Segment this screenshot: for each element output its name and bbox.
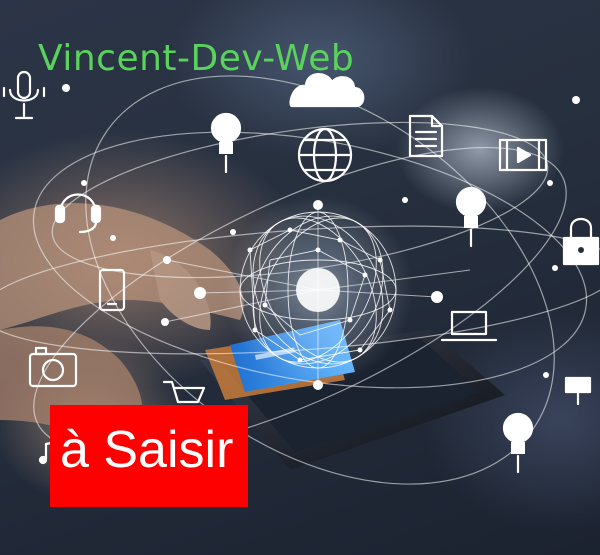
security-camera-icon <box>564 376 592 406</box>
hero-image: Vincent-Dev-Web à Saisir <box>0 0 600 555</box>
lock-icon <box>562 217 600 266</box>
video-icon <box>498 138 548 172</box>
banner-label: à Saisir <box>60 421 234 479</box>
lightbulb-icon <box>210 112 242 174</box>
lightbulb-icon <box>455 186 487 248</box>
globe-icon <box>297 127 353 183</box>
lightbulb-icon <box>502 412 534 474</box>
brand-title: Vincent-Dev-Web <box>38 38 355 79</box>
